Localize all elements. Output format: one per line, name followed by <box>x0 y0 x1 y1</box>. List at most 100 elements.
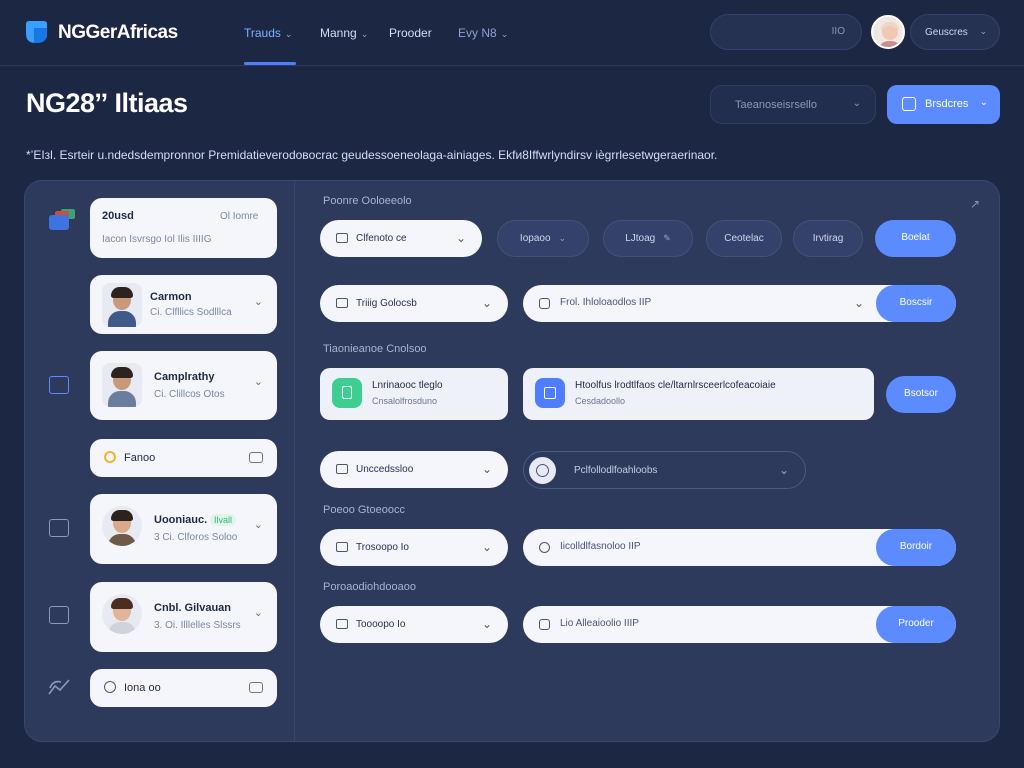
confirm-button[interactable]: Bsotsor <box>886 376 956 413</box>
filter-pill[interactable]: Ceotelac <box>706 220 782 257</box>
type-select[interactable]: Triiig Golocsb ⌄ <box>320 285 508 322</box>
submit-button[interactable]: Boscsir <box>876 285 956 322</box>
clock-icon <box>529 457 556 484</box>
list-item[interactable]: Iona oo <box>90 669 277 707</box>
user-menu[interactable]: Geuscres ⌄ <box>910 14 1000 50</box>
nav-label: Trauds <box>244 26 281 40</box>
list-item[interactable]: Cnbl. Gilvauan 3. Oi. Illlelles Slssrs ⌄ <box>90 582 277 652</box>
filter-pill[interactable]: Iopaoo ⌄ <box>497 220 589 257</box>
edit-icon: ✎ <box>663 233 671 243</box>
category-select[interactable]: Clfenoto ce ⌄ <box>320 220 482 257</box>
logo-icon <box>26 21 47 43</box>
nav-label: Manng <box>320 26 357 40</box>
submit-button[interactable]: Prooder <box>876 606 956 643</box>
template-select[interactable]: Toooopo Io ⌄ <box>320 606 508 643</box>
expand-icon[interactable]: ↗ <box>970 197 980 211</box>
info-icon <box>539 542 550 553</box>
chart-icon[interactable] <box>47 676 73 698</box>
chevron-down-icon[interactable]: ⌄ <box>254 518 263 531</box>
avatar[interactable] <box>871 15 905 49</box>
option-select[interactable]: Lio Alleaioolio IIIP Prooder <box>523 606 956 643</box>
message-icon[interactable] <box>249 452 263 463</box>
template-card[interactable]: Htoolfus lrodtlfaos cle/ltarnlrsceerlcof… <box>523 368 874 420</box>
card-icon <box>336 464 348 474</box>
gear-icon <box>539 298 550 309</box>
chevron-down-icon: ⌄ <box>500 29 509 39</box>
header-select[interactable]: Taeanoseisrsello ⌄ <box>710 85 876 124</box>
message-icon[interactable] <box>249 682 263 693</box>
list-item[interactable]: Uooniauc. Ilvall 3 Ci. Clforos Soloo ⌄ <box>90 494 277 564</box>
card-title: Cnbl. Gilvauan <box>154 602 232 614</box>
page-title: NG28ˮ Iltiaas <box>26 88 188 118</box>
select-label: Taeanoseisrsello <box>735 99 817 111</box>
card-icon <box>336 233 348 243</box>
app-logo-text[interactable]: NGGerAfricas <box>58 22 178 44</box>
chevron-down-icon: ⌄ <box>979 26 987 36</box>
chevron-down-icon: ⌄ <box>360 29 369 39</box>
list-item[interactable]: Camplrathy Ci. Clillcos Otos ⌄ <box>90 351 277 420</box>
chevron-down-icon: ⌄ <box>284 29 293 39</box>
status-icon <box>104 451 116 463</box>
card-icon <box>336 542 348 552</box>
apply-button[interactable]: Boelat <box>875 220 956 257</box>
nav-item-prooder[interactable]: Prooder <box>389 26 432 40</box>
nav-label: Evy N8 <box>458 26 497 40</box>
nav-item-manng[interactable]: Manng ⌄ <box>320 26 368 40</box>
pill-label: Ceotelac <box>724 233 764 244</box>
pill-label: LJtoag <box>625 233 656 244</box>
search-input[interactable]: IIO <box>710 14 862 50</box>
card-subtitle: Ci. Clfllics Sodlllca <box>150 307 232 318</box>
chevron-down-icon[interactable]: ⌄ <box>254 295 263 308</box>
card-title: 20usd <box>102 210 134 222</box>
chevron-down-icon[interactable]: ⌄ <box>254 375 263 388</box>
template-card[interactable]: Lnrinaooc tleglo Cnsalolfrosduno <box>320 368 508 420</box>
select-value: Toooopo Io <box>356 619 406 630</box>
section-label: Poonre Ooloeeolo <box>323 195 412 207</box>
list-item[interactable]: Carmon Ci. Clfllics Sodlllca ⌄ <box>90 275 277 334</box>
nav-active-indicator <box>244 62 296 65</box>
option-select[interactable]: Iicolldlfasnoloo IIP Bordoir <box>523 529 956 566</box>
filter-pill[interactable]: Irvtirag <box>793 220 863 257</box>
avatar-image <box>879 22 901 47</box>
page-description: *’EIзl. Esrteir u.ndedsdempronnor Premid… <box>26 148 718 162</box>
pill-label: Irvtirag <box>812 233 844 244</box>
message-icon <box>539 619 550 630</box>
chevron-down-icon[interactable]: ⌄ <box>254 606 263 619</box>
submit-button[interactable]: Bordoir <box>876 529 956 566</box>
list-item[interactable]: Fanoo <box>90 439 277 477</box>
list-item[interactable]: 20usd Ol Iomre Iacon Isvrsgo Iol Ilis II… <box>90 198 277 258</box>
card-subtitle: Cnsalolfrosduno <box>372 396 438 406</box>
status-select[interactable]: Unccedssloo ⌄ <box>320 451 508 488</box>
card-meta: Ol Iomre <box>220 211 259 222</box>
chevron-down-icon: ⌄ <box>979 97 988 108</box>
option-select[interactable]: Frol. Ihloloaodlos IIP ⌄ Boscsir <box>523 285 956 322</box>
select-value: Triiig Golocsb <box>356 298 417 309</box>
folder-icon[interactable] <box>47 207 79 233</box>
select-value: Lio Alleaioolio IIIP <box>560 618 639 629</box>
document-icon[interactable] <box>49 519 69 537</box>
chevron-down-icon: ⌄ <box>455 231 466 245</box>
chevron-down-icon: ⌄ <box>852 98 861 109</box>
search-hint: IIO <box>831 26 845 37</box>
chevron-down-icon: ⌄ <box>481 540 492 554</box>
filter-pill[interactable]: LJtoag ✎ <box>603 220 693 257</box>
user-label: Geuscres <box>925 27 968 38</box>
avatar <box>102 363 142 407</box>
pill-label: Iopaoo <box>519 233 551 244</box>
header-action-button[interactable]: Brsdcres ⌄ <box>887 85 1000 124</box>
message-icon[interactable] <box>49 606 69 624</box>
template-select[interactable]: Trosoopo Io ⌄ <box>320 529 508 566</box>
section-label: Tiaonieanoe Cnolsoo <box>323 343 427 355</box>
schedule-select[interactable]: Pclfollodlfoahloobs ⌄ <box>523 451 806 489</box>
nav-item-trauds[interactable]: Trauds ⌄ <box>244 26 292 40</box>
select-value: Trosoopo Io <box>356 542 409 553</box>
select-value: Clfenoto ce <box>356 233 407 244</box>
document-icon <box>535 378 565 408</box>
calendar-icon[interactable] <box>49 376 69 394</box>
status-badge: Ilvall <box>210 514 237 526</box>
select-value: Iicolldlfasnoloo IIP <box>560 541 641 552</box>
select-value: Unccedssloo <box>356 464 414 475</box>
nav-item-evy[interactable]: Evy N8 ⌄ <box>458 26 508 40</box>
card-icon <box>336 619 348 629</box>
top-nav: NGGerAfricas Trauds ⌄ Manng ⌄ Prooder Evy … <box>0 0 1024 66</box>
